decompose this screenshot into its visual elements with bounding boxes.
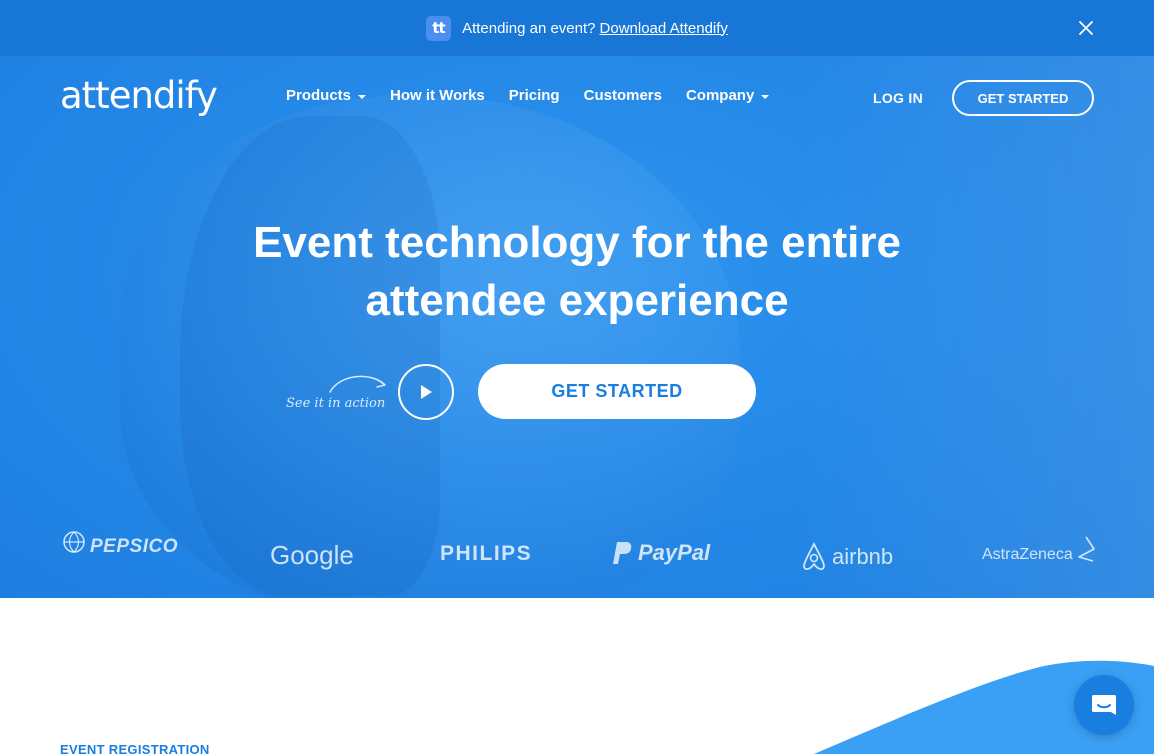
hero-photo-shadow — [180, 116, 440, 596]
pepsico-text: PEPSICO — [90, 536, 178, 557]
nav-item-label: Pricing — [508, 87, 560, 104]
chat-launcher-button[interactable] — [1074, 675, 1134, 735]
see-it-in-action-label: See it in action — [286, 396, 386, 411]
play-icon — [421, 385, 432, 399]
chat-icon — [1092, 695, 1116, 715]
attendify-logo[interactable]: attendify — [60, 74, 218, 117]
client-logos: PEPSICO Google PHILIPS PayPal airbnb Ast… — [0, 531, 1154, 582]
airbnb-logo: airbnb — [800, 542, 893, 572]
nav-item-how-it-works[interactable]: How it Works — [390, 87, 485, 104]
announcement-message: Attending an event? — [462, 19, 596, 37]
nav-item-customers[interactable]: Customers — [584, 87, 662, 104]
airbnb-belo-icon — [803, 542, 825, 571]
tt-app-icon: tt — [426, 15, 452, 41]
caret-down-icon — [358, 94, 367, 99]
nav-item-pricing[interactable]: Pricing — [509, 87, 560, 104]
nav-item-label: Company — [685, 87, 755, 104]
hero-get-started-button[interactable]: GET STARTED — [478, 364, 756, 419]
airbnb-text: airbnb — [832, 544, 894, 569]
announcement-bar: tt Attending an event? Download Attendif… — [0, 0, 1154, 56]
play-video-button[interactable] — [398, 364, 454, 420]
hero-headline-line2: attendee experience — [365, 276, 789, 325]
nav-get-started-button[interactable]: GET STARTED — [952, 80, 1094, 116]
nav-item-products[interactable]: Products — [286, 87, 367, 104]
hero-headline-line1: Event technology for the entire — [253, 218, 901, 267]
astrazeneca-mark-icon — [1077, 536, 1095, 562]
pepsico-logo: PEPSICO — [62, 531, 178, 558]
paypal-p-icon — [613, 542, 632, 564]
astrazeneca-logo: AstraZeneca — [982, 536, 1097, 564]
hero-headline: Event technology for the entire attendee… — [0, 214, 1154, 330]
nav-item-label: Products — [286, 87, 352, 104]
event-registration-label: EVENT REGISTRATION — [60, 742, 210, 754]
nav-item-company[interactable]: Company — [685, 87, 770, 104]
main-nav: Products How it Works Pricing Customers … — [286, 87, 770, 104]
close-icon[interactable] — [1076, 18, 1096, 38]
paypal-logo: PayPal — [612, 540, 710, 566]
philips-logo: PHILIPS — [440, 542, 533, 565]
nav-item-label: How it Works — [390, 87, 485, 104]
login-link[interactable]: LOG IN — [873, 90, 923, 106]
astrazeneca-text: AstraZeneca — [982, 546, 1073, 563]
pepsico-globe-icon — [63, 531, 85, 553]
caret-down-icon — [761, 94, 770, 99]
google-logo: Google — [270, 540, 354, 570]
nav-item-label: Customers — [583, 87, 662, 104]
download-attendify-link[interactable]: Download Attendify — [600, 20, 728, 37]
paypal-text: PayPal — [638, 540, 711, 565]
